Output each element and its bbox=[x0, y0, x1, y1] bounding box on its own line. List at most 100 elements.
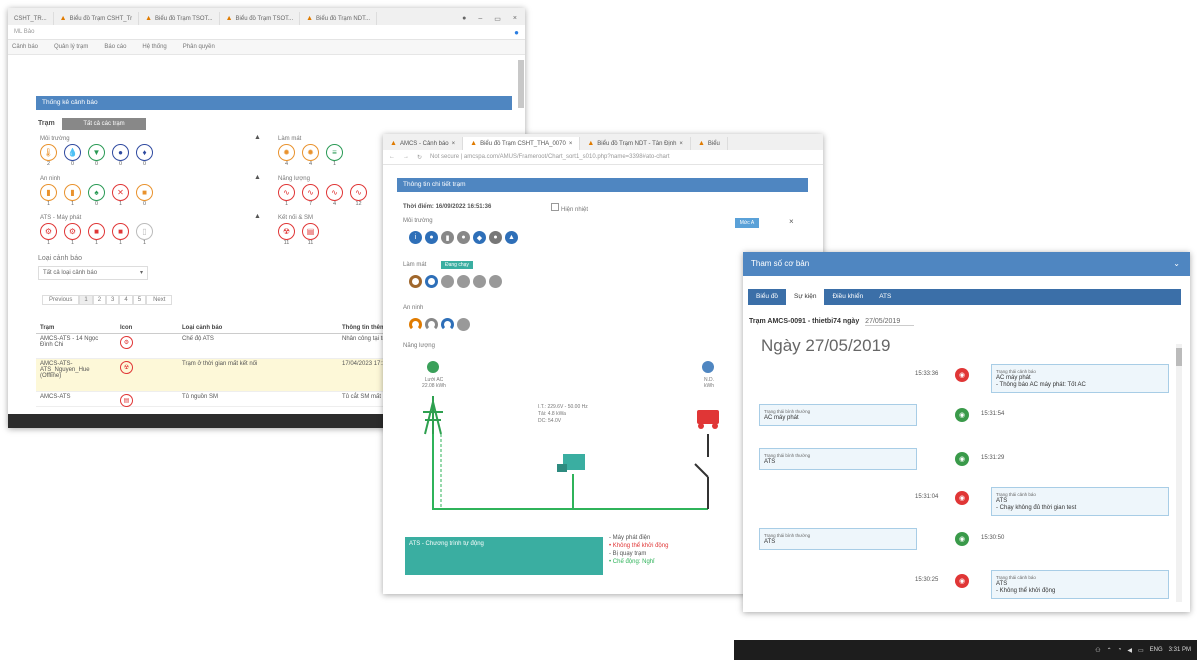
grid-reading: Lưới AC 22.08 kWh bbox=[422, 377, 446, 389]
alarm-cell[interactable]: ▮ 1 bbox=[40, 184, 57, 207]
station-filter-button[interactable]: Tất cả các trạm bbox=[62, 118, 146, 130]
wave-icon: ∿ bbox=[278, 184, 295, 201]
address-bar[interactable]: ML Bảo ● bbox=[8, 25, 525, 40]
tray-up-icon[interactable]: ⌃ bbox=[1107, 647, 1112, 654]
alarm-cell[interactable]: ▤ 11 bbox=[302, 223, 319, 246]
alarm-cell[interactable]: ▮ 1 bbox=[64, 184, 81, 207]
alarm-cell[interactable]: ∿ 12 bbox=[350, 184, 367, 207]
logo-icon: ▲ bbox=[59, 15, 67, 22]
event-source: AC máy phát bbox=[996, 375, 1031, 381]
collapse-icon[interactable]: ▲ bbox=[254, 174, 261, 181]
alarm-cell[interactable]: ♦ 0 bbox=[136, 144, 153, 167]
count: 1 bbox=[332, 161, 337, 167]
alarm-cell[interactable]: ■ 0 bbox=[136, 184, 153, 207]
menu-item[interactable]: Cảnh báo bbox=[12, 44, 38, 50]
menu-item[interactable]: Báo cáo bbox=[104, 44, 126, 50]
tab-label: Biểu đồ Trạm TSOT... bbox=[155, 15, 213, 22]
alarm-cell[interactable]: ■ 1 bbox=[112, 223, 129, 246]
alarm-cell[interactable]: ∿ 1 bbox=[278, 184, 295, 207]
people-icon[interactable]: ⚇ bbox=[1095, 647, 1100, 654]
alarm-cell[interactable]: ✕ 1 bbox=[112, 184, 129, 207]
alarm-cell[interactable]: ✹ 4 bbox=[302, 144, 319, 167]
page-next[interactable]: Next bbox=[146, 295, 173, 305]
scrollbar-thumb[interactable] bbox=[518, 60, 524, 108]
collapse-icon[interactable]: ▲ bbox=[254, 213, 261, 220]
browser-tab[interactable]: ▲ Biểu đồ Trạm TSOT... bbox=[139, 12, 220, 25]
group-energy: Năng lượng ∿ 1 ∿ 7 ∿ 4 ∿ 12 bbox=[278, 176, 367, 207]
event-time: 15:30:25 bbox=[915, 577, 939, 583]
minimize-icon[interactable]: – bbox=[478, 15, 482, 22]
page-link[interactable]: 3 bbox=[106, 295, 120, 305]
rectifier-icon bbox=[557, 454, 585, 472]
alarm-cell[interactable]: ∿ 7 bbox=[302, 184, 319, 207]
alarm-cell[interactable]: ● 0 bbox=[112, 144, 129, 167]
event-source: ATS bbox=[764, 539, 776, 545]
collapse-icon[interactable]: ▲ bbox=[254, 134, 261, 141]
tab-bar: Biểu đồ Sự kiện Điều khiển ATS bbox=[748, 289, 1181, 305]
clock[interactable]: 3:31 PM bbox=[1169, 647, 1191, 653]
alarm-cell[interactable]: ♠ 0 bbox=[88, 184, 105, 207]
alarm-cell[interactable]: ≡ 1 bbox=[326, 144, 343, 167]
generator-meter-icon bbox=[702, 361, 714, 373]
col-header: Loại cảnh báo bbox=[182, 325, 223, 331]
language-indicator[interactable]: ENG bbox=[1150, 647, 1163, 653]
cell-type: Tủ nguồn SM bbox=[182, 394, 219, 400]
filter-label: Trạm bbox=[38, 120, 55, 127]
browser-tab[interactable]: ▲ Biểu đồ Trạm TSOT... bbox=[220, 12, 301, 25]
volume-icon[interactable]: ◀ bbox=[1127, 647, 1132, 654]
account-icon[interactable]: ● bbox=[462, 15, 466, 22]
wifi-icon[interactable]: ◔ bbox=[1118, 647, 1122, 653]
scrollbar[interactable] bbox=[1176, 344, 1182, 602]
close-icon[interactable]: × bbox=[513, 15, 517, 22]
alarm-type-select[interactable]: Tất cả loại cảnh báo ▾ bbox=[38, 266, 148, 280]
tab-control[interactable]: Điều khiển bbox=[824, 289, 871, 305]
group-security: An ninh ▮ 1 ▮ 1 ♠ 0 ✕ 1 ■ 0 bbox=[40, 176, 153, 207]
count: 1 bbox=[118, 201, 123, 207]
event-card[interactable]: Trạng thái cảnh báo ATS - Không thể khởi đ… bbox=[991, 570, 1169, 599]
date-input[interactable]: 27/05/2019 bbox=[865, 318, 915, 326]
basic-params-window: Tham số cơ bản ⌄ Biểu đồ Sự kiện Điều kh… bbox=[743, 252, 1190, 612]
maximize-icon[interactable]: ▭ bbox=[494, 15, 501, 23]
event-card[interactable]: Trạng thái bình thường ATS bbox=[759, 528, 917, 550]
alarm-event-icon: ◉ bbox=[955, 491, 969, 505]
tab-chart[interactable]: Biểu đồ bbox=[748, 289, 786, 305]
alarm-cell[interactable]: 🌡 2 bbox=[40, 144, 57, 167]
lock-icon: ■ bbox=[136, 184, 153, 201]
tab-ats[interactable]: ATS bbox=[871, 289, 899, 305]
profile-icon[interactable]: ● bbox=[514, 28, 519, 37]
page-link[interactable]: 1 bbox=[79, 295, 93, 305]
event-time: 15:31:54 bbox=[981, 411, 1005, 417]
scrollbar-thumb[interactable] bbox=[1176, 348, 1182, 366]
alarm-cell[interactable]: ⚙ 1 bbox=[64, 223, 81, 246]
menu-item[interactable]: Hệ thống bbox=[142, 44, 166, 50]
alarm-cell[interactable]: ▼ 0 bbox=[88, 144, 105, 167]
ats-icon: ■ bbox=[112, 223, 129, 240]
browser-tab[interactable]: CSHT_TR... bbox=[8, 12, 54, 25]
event-card[interactable]: Trạng thái bình thường ATS bbox=[759, 448, 917, 470]
ats-switch-line bbox=[694, 434, 709, 509]
event-status: Trạng thái bình thường bbox=[764, 453, 811, 458]
keyboard-icon[interactable]: ▭ bbox=[1138, 647, 1144, 654]
page-link[interactable]: 5 bbox=[132, 295, 147, 305]
event-card[interactable]: Trạng thái cảnh báo ATS - Chạy không đủ th… bbox=[991, 487, 1169, 516]
page-link[interactable]: 4 bbox=[119, 295, 133, 305]
alarm-cell[interactable]: ■ 1 bbox=[88, 223, 105, 246]
browser-tab[interactable]: ▲ Biểu đồ Trạm CSHT_Tr bbox=[54, 12, 140, 25]
menu-item[interactable]: Phân quyền bbox=[183, 44, 215, 50]
alarm-cell[interactable]: ⚙ 1 bbox=[40, 223, 57, 246]
event-card[interactable]: Trạng thái bình thường AC máy phát bbox=[759, 404, 917, 426]
alarm-cell[interactable]: ✹ 4 bbox=[278, 144, 295, 167]
siren-icon: ✕ bbox=[112, 184, 129, 201]
event-card[interactable]: Trạng thái cảnh báo AC máy phát - Thông bá… bbox=[991, 364, 1169, 393]
browser-tab[interactable]: ▲ Biểu đồ Trạm NDT... bbox=[300, 12, 378, 25]
alarm-cell[interactable]: ▯ 1 bbox=[136, 223, 153, 246]
tab-events[interactable]: Sự kiện bbox=[786, 289, 825, 305]
alarm-cell[interactable]: ☢ 11 bbox=[278, 223, 295, 246]
page-prev[interactable]: Previous bbox=[42, 295, 80, 305]
menu-item[interactable]: Quản lý trạm bbox=[54, 44, 88, 50]
legend-line: • Không thể khởi động bbox=[609, 543, 669, 549]
alarm-cell[interactable]: ∿ 4 bbox=[326, 184, 343, 207]
chevron-down-icon[interactable]: ⌄ bbox=[1173, 252, 1180, 276]
page-link[interactable]: 2 bbox=[92, 295, 107, 305]
alarm-cell[interactable]: 💧 0 bbox=[64, 144, 81, 167]
